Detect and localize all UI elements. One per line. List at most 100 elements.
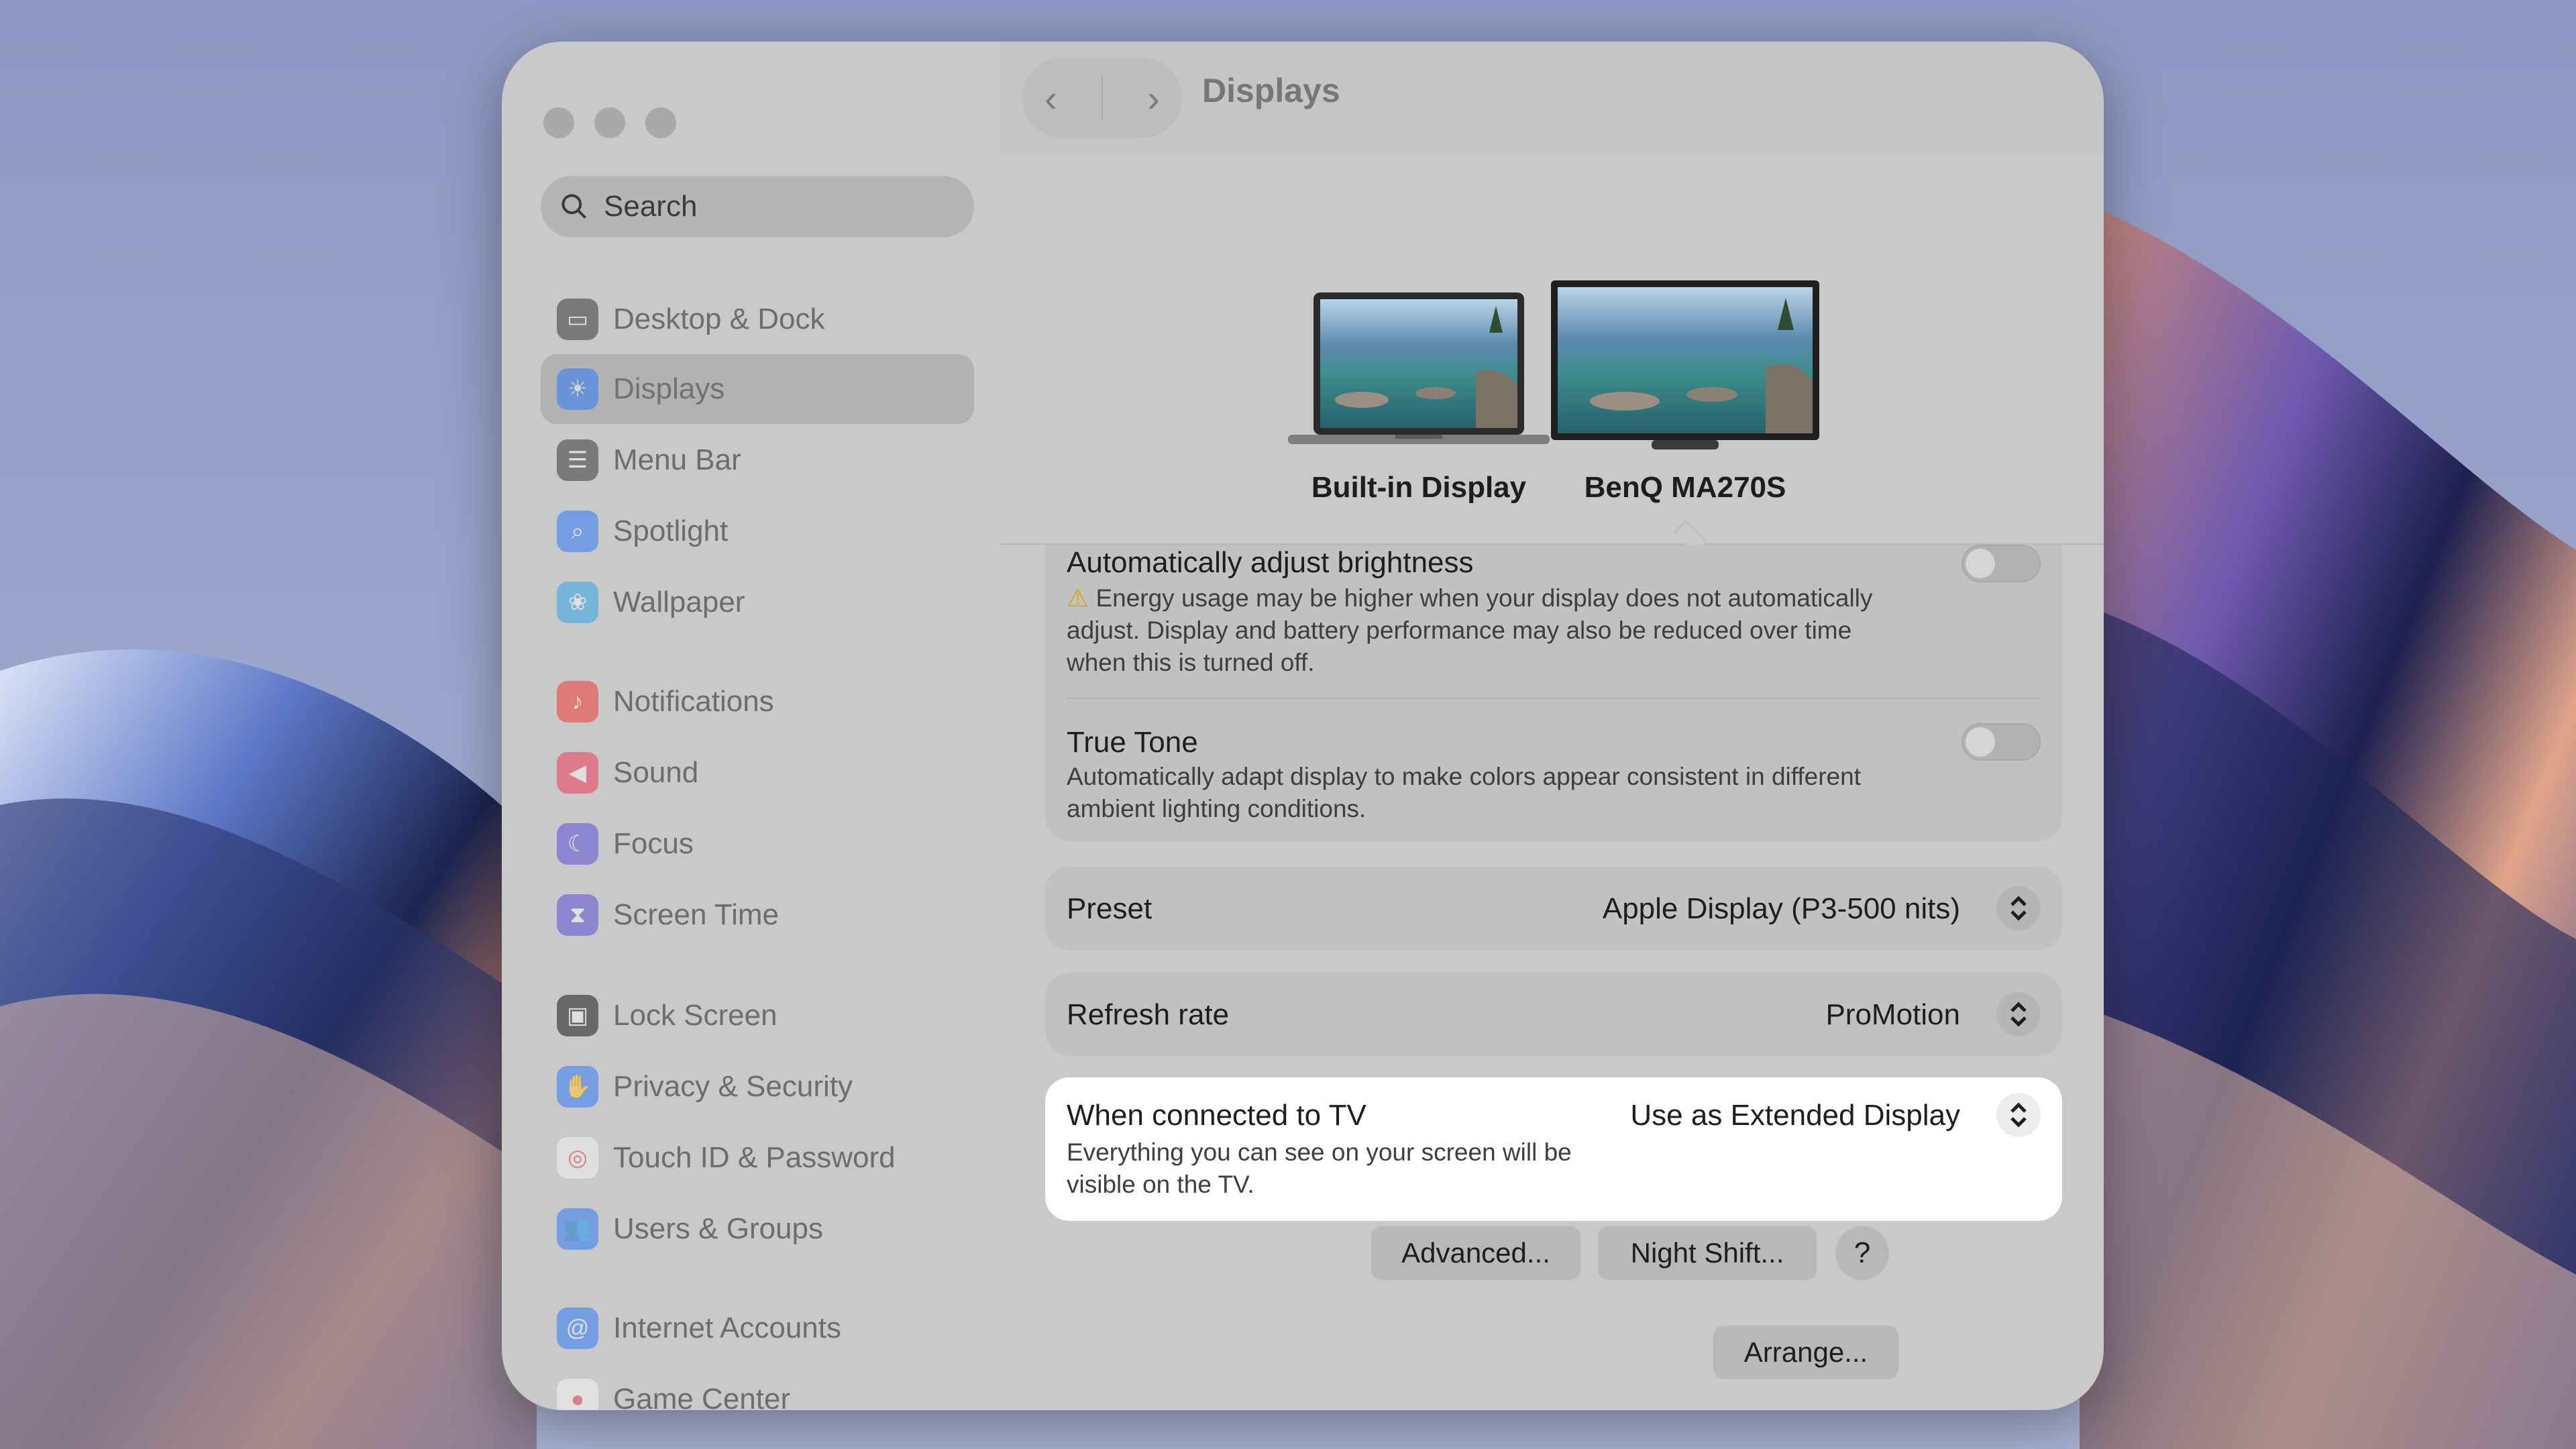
sidebar-item-label: Spotlight: [613, 515, 729, 547]
auto-brightness-description: ⚠ Energy usage may be higher when your d…: [1067, 582, 1872, 679]
moon-icon: ☾: [557, 823, 598, 865]
chevron-updown-icon: [2010, 1102, 2027, 1128]
sidebar-item-notifications[interactable]: ♪ Notifications: [541, 667, 974, 737]
refresh-rate-popup-button[interactable]: [1996, 992, 2041, 1036]
refresh-rate-label: Refresh rate: [1067, 998, 1230, 1031]
fingerprint-icon: ◎: [557, 1137, 598, 1179]
sidebar-item-label: Privacy & Security: [613, 1070, 853, 1103]
true-tone-desc-line2: ambient lighting conditions.: [1067, 795, 1366, 822]
settings-window: Search ▭ Desktop & Dock ☀ Displays ☰ Men…: [502, 42, 2104, 1410]
users-icon: 👥: [557, 1208, 598, 1250]
preset-value[interactable]: Apple Display (P3-500 nits): [1603, 892, 1960, 926]
sidebar-item-users-groups[interactable]: 👥 Users & Groups: [541, 1194, 974, 1264]
hand-icon: ✋: [557, 1066, 598, 1108]
builtin-display-thumbnail[interactable]: [1288, 292, 1550, 448]
external-display-label: BenQ MA270S: [1584, 471, 1786, 504]
search-placeholder: Search: [604, 190, 698, 223]
help-button[interactable]: ?: [1835, 1226, 1889, 1280]
auto-brightness-title: Automatically adjust brightness: [1067, 546, 1474, 579]
tv-popup-button[interactable]: [1996, 1093, 2041, 1137]
display-arrangement: Built-in Display BenQ MA270S: [1000, 154, 2104, 553]
sidebar-item-internet-accounts[interactable]: @ Internet Accounts: [541, 1293, 974, 1363]
sidebar-item-label: Game Center: [613, 1383, 791, 1410]
hourglass-icon: ⧗: [557, 894, 598, 936]
tv-desc-line1: Everything you can see on your screen wi…: [1067, 1138, 1572, 1166]
sidebar-item-label: Screen Time: [613, 898, 779, 931]
back-button[interactable]: ‹: [1044, 76, 1057, 120]
preset-popup-button[interactable]: [1996, 886, 2041, 930]
flower-icon: ❀: [557, 582, 598, 623]
minimize-window-button[interactable]: [594, 107, 625, 138]
sidebar-item-label: Notifications: [613, 685, 774, 718]
sidebar-item-label: Lock Screen: [613, 999, 777, 1032]
arrange-button[interactable]: Arrange...: [1713, 1326, 1898, 1379]
row-divider: [1067, 698, 2041, 699]
brightness-panel: Automatically adjust brightness ⚠ Energy…: [1045, 545, 2062, 841]
sidebar-item-game-center[interactable]: ● Game Center: [541, 1364, 974, 1410]
builtin-display-label: Built-in Display: [1311, 471, 1527, 504]
forward-button[interactable]: ›: [1147, 76, 1160, 120]
menubar-icon: ☰: [557, 439, 598, 481]
search-icon: [561, 194, 586, 219]
nav-separator: [1101, 76, 1103, 119]
tv-connection-row: When connected to TV Everything you can …: [1045, 1077, 2062, 1221]
refresh-rate-value[interactable]: ProMotion: [1825, 998, 1960, 1032]
toolbar: ‹ › Displays: [1000, 42, 2104, 154]
sidebar: Search ▭ Desktop & Dock ☀ Displays ☰ Men…: [502, 42, 974, 1410]
sidebar-item-menu-bar[interactable]: ☰ Menu Bar: [541, 425, 974, 495]
auto-brightness-toggle[interactable]: [1962, 545, 2041, 582]
auto-brightness-desc-line3: when this is turned off.: [1067, 649, 1315, 676]
warning-icon: ⚠: [1067, 584, 1089, 612]
sidebar-item-label: Displays: [613, 372, 725, 405]
main-content: ‹ › Displays Built-in Display BenQ MA270…: [1000, 42, 2104, 1410]
lock-icon: ▣: [557, 995, 598, 1036]
gamecenter-icon: ●: [557, 1379, 598, 1410]
sidebar-item-wallpaper[interactable]: ❀ Wallpaper: [541, 568, 974, 637]
search-input[interactable]: Search: [541, 176, 974, 237]
sidebar-item-label: Desktop & Dock: [613, 303, 825, 335]
speaker-icon: ◀: [557, 752, 598, 794]
sidebar-item-displays[interactable]: ☀ Displays: [541, 354, 974, 424]
sidebar-item-spotlight[interactable]: ⌕ Spotlight: [541, 496, 974, 566]
tv-value[interactable]: Use as Extended Display: [1630, 1099, 1960, 1132]
auto-brightness-desc-line1: Energy usage may be higher when your dis…: [1095, 584, 1873, 612]
refresh-rate-row: Refresh rate ProMotion: [1045, 973, 2062, 1056]
chevron-updown-icon: [2010, 1002, 2027, 1027]
bell-icon: ♪: [557, 681, 598, 722]
true-tone-desc-line1: Automatically adapt display to make colo…: [1067, 763, 1861, 790]
sidebar-item-touch-id-password[interactable]: ◎ Touch ID & Password: [541, 1123, 974, 1193]
preset-row: Preset Apple Display (P3-500 nits): [1045, 867, 2062, 950]
advanced-button[interactable]: Advanced...: [1371, 1226, 1580, 1280]
sidebar-item-sound[interactable]: ◀ Sound: [541, 738, 974, 808]
sidebar-item-privacy-security[interactable]: ✋ Privacy & Security: [541, 1052, 974, 1122]
at-icon: @: [557, 1307, 598, 1349]
sidebar-item-lock-screen[interactable]: ▣ Lock Screen: [541, 981, 974, 1051]
sun-icon: ☀: [557, 368, 598, 410]
sidebar-item-focus[interactable]: ☾ Focus: [541, 809, 974, 879]
close-window-button[interactable]: [543, 107, 574, 138]
sidebar-item-desktop-dock[interactable]: ▭ Desktop & Dock: [541, 284, 974, 354]
preset-label: Preset: [1067, 892, 1152, 925]
magnifier-icon: ⌕: [557, 511, 598, 552]
sidebar-item-label: Wallpaper: [613, 586, 745, 619]
sidebar-item-label: Internet Accounts: [613, 1311, 841, 1344]
true-tone-title: True Tone: [1067, 726, 1198, 759]
dock-icon: ▭: [557, 299, 598, 340]
tv-description: Everything you can see on your screen wi…: [1067, 1136, 1572, 1201]
tv-label: When connected to TV: [1067, 1099, 1366, 1132]
true-tone-toggle[interactable]: [1962, 723, 2041, 761]
sidebar-item-label: Sound: [613, 756, 699, 789]
sidebar-item-label: Touch ID & Password: [613, 1141, 896, 1174]
sidebar-item-screen-time[interactable]: ⧗ Screen Time: [541, 880, 974, 950]
zoom-window-button[interactable]: [645, 107, 676, 138]
navigation-buttons: ‹ ›: [1022, 58, 1182, 138]
page-title: Displays: [1202, 72, 1340, 109]
sidebar-item-label: Users & Groups: [613, 1212, 823, 1245]
night-shift-button[interactable]: Night Shift...: [1598, 1226, 1817, 1280]
true-tone-description: Automatically adapt display to make colo…: [1067, 761, 1861, 825]
sidebar-item-label: Focus: [613, 827, 694, 860]
auto-brightness-desc-line2: adjust. Display and battery performance …: [1067, 616, 1852, 644]
window-controls: [543, 107, 676, 138]
sidebar-item-label: Menu Bar: [613, 443, 741, 476]
external-display-thumbnail[interactable]: [1551, 280, 1819, 451]
